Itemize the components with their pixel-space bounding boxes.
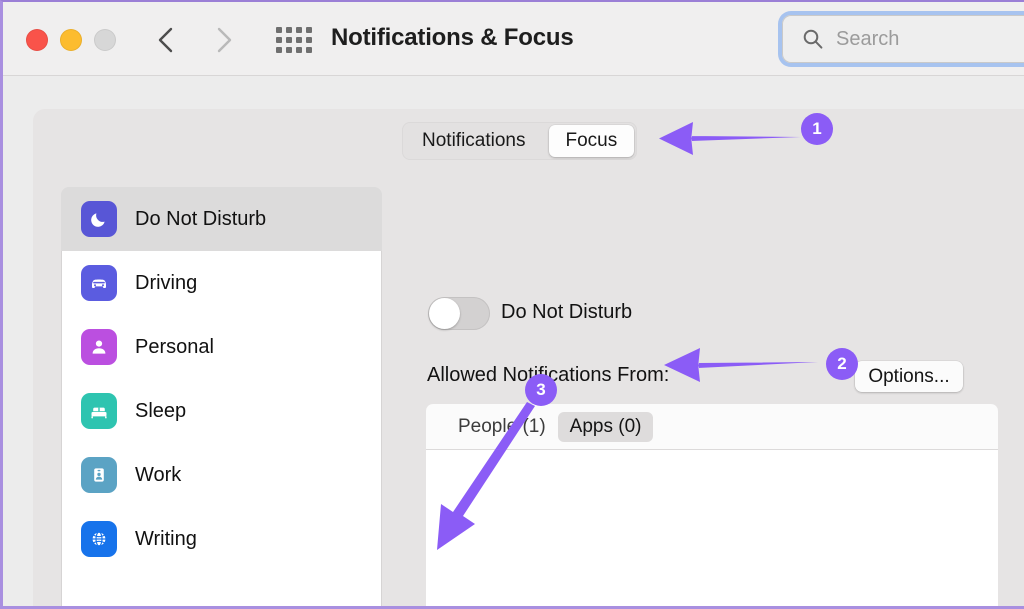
- close-window-button[interactable]: [26, 29, 48, 51]
- sidebar-item-sleep[interactable]: Sleep: [61, 379, 382, 443]
- sidebar-item-label: Personal: [135, 335, 214, 358]
- sidebar-item-work[interactable]: Work: [61, 443, 382, 507]
- toggle-knob: [429, 298, 460, 329]
- search-placeholder: Search: [836, 28, 900, 50]
- listbox-items-area[interactable]: [426, 450, 998, 606]
- preferences-content: Notifications Focus Do Not Disturb Drivi…: [3, 76, 1024, 606]
- moon-icon: [81, 201, 117, 237]
- segmented-tab-control: Notifications Focus: [402, 122, 638, 160]
- callout-badge-1: 1: [801, 113, 833, 145]
- globe-icon: [81, 521, 117, 557]
- do-not-disturb-toggle-label: Do Not Disturb: [501, 301, 633, 323]
- sidebar-item-label: Do Not Disturb: [135, 207, 267, 230]
- focus-modes-sidebar: Do Not Disturb Driving Personal Sleep Wo…: [61, 187, 382, 606]
- allowed-notifications-listbox: People (1) Apps (0) + −: [426, 404, 998, 606]
- tab-apps[interactable]: Apps (0): [557, 411, 654, 442]
- sidebar-item-label: Sleep: [135, 399, 187, 422]
- sidebar-item-label: Writing: [135, 527, 197, 550]
- sidebar-item-do-not-disturb[interactable]: Do Not Disturb: [61, 187, 382, 251]
- sidebar-item-writing[interactable]: Writing: [61, 507, 382, 571]
- focus-detail-pane: Do Not Disturb Allowed Notifications Fro…: [395, 187, 999, 606]
- listbox-tab-bar: People (1) Apps (0): [426, 404, 998, 450]
- tab-focus[interactable]: Focus: [548, 125, 635, 157]
- car-icon: [81, 265, 117, 301]
- maximize-window-button[interactable]: [94, 29, 116, 51]
- sidebar-item-label: Driving: [135, 271, 198, 294]
- search-icon: [802, 28, 824, 50]
- search-field[interactable]: Search: [782, 15, 1024, 63]
- minimize-window-button[interactable]: [60, 29, 82, 51]
- forward-chevron-icon[interactable]: [206, 22, 240, 58]
- back-chevron-icon[interactable]: [151, 22, 185, 58]
- callout-badge-3: 3: [525, 374, 557, 406]
- show-all-grid-icon[interactable]: [276, 27, 312, 53]
- tab-notifications[interactable]: Notifications: [405, 125, 543, 157]
- badge-icon: [81, 457, 117, 493]
- do-not-disturb-toggle[interactable]: [428, 297, 490, 330]
- sidebar-item-driving[interactable]: Driving: [61, 251, 382, 315]
- callout-badge-2: 2: [826, 348, 858, 380]
- tab-people[interactable]: People (1): [446, 412, 558, 442]
- bed-icon: [81, 393, 117, 429]
- options-button[interactable]: Options...: [855, 361, 963, 392]
- page-title: Notifications & Focus: [331, 24, 574, 51]
- system-preferences-window: Notifications & Focus Search Notificatio…: [0, 0, 1024, 609]
- sidebar-item-label: Work: [135, 463, 182, 486]
- window-titlebar: Notifications & Focus Search: [3, 2, 1024, 76]
- sidebar-item-personal[interactable]: Personal: [61, 315, 382, 379]
- person-icon: [81, 329, 117, 365]
